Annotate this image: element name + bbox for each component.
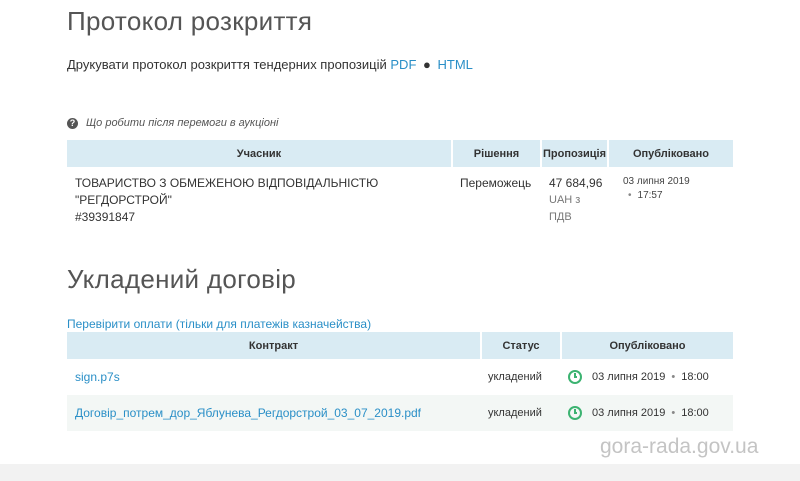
table-header: Учасник Рішення Пропозиція Опубліковано (67, 140, 733, 167)
col-contract: Контракт (67, 332, 482, 359)
offer-currency-line2: ПДВ (549, 211, 572, 223)
contract-status: укладений (488, 407, 542, 419)
html-link[interactable]: HTML (438, 57, 473, 72)
contract-status: укладений (488, 371, 542, 383)
watermark: gora-rada.gov.ua (600, 435, 759, 458)
contract-title: Укладений договір (67, 264, 297, 294)
published-cell: 03 липня 2019 • 17:57 (608, 167, 733, 240)
check-payments-link[interactable]: Перевірити оплати (тільки для платежів к… (67, 317, 371, 331)
separator-dot: ● (423, 57, 431, 72)
table-row: ТОВАРИСТВО З ОБМЕЖЕНОЮ ВІДПОВІДАЛЬНІСТЮ … (67, 167, 733, 240)
col-decision: Рішення (452, 140, 542, 167)
decision-cell: Переможець (452, 167, 541, 240)
participant-name-line1: ТОВАРИСТВО З ОБМЕЖЕНОЮ ВІДПОВІДАЛЬНІСТЮ (75, 176, 379, 190)
table-header: Контракт Статус Опубліковано (67, 332, 733, 359)
col-participant: Учасник (67, 140, 453, 167)
participant-id: #39391847 (75, 210, 136, 224)
table-row: sign.p7s укладений 03 липня 2019 • 18:00 (67, 359, 733, 395)
help-after-win[interactable]: ? Що робити після перемоги в аукціоні (67, 117, 278, 129)
table-row: Договір_потрем_дор_Яблунева_Регдорстрой_… (67, 395, 733, 431)
published-date: 03 липня 2019 (623, 176, 690, 187)
contract-time: 18:00 (681, 371, 709, 383)
contract-file-link[interactable]: Договір_потрем_дор_Яблунева_Регдорстрой_… (67, 405, 481, 422)
offer-cell: 47 684,96 UAH з ПДВ (541, 167, 608, 240)
col-published: Опубліковано (608, 140, 733, 167)
contract-time: 18:00 (681, 407, 709, 419)
col-offer: Пропозиція (541, 140, 609, 167)
published-time: 17:57 (637, 190, 663, 201)
disclosure-title: Протокол розкриття (67, 6, 313, 36)
print-protocol-text: Друкувати протокол розкриття тендерних п… (67, 57, 387, 72)
offer-currency-line1: UAH з (549, 194, 581, 206)
contract-date: 03 липня 2019 (592, 407, 666, 419)
clock-icon (568, 406, 582, 420)
question-circle-icon: ? (67, 117, 78, 129)
pdf-link[interactable]: PDF (390, 57, 416, 72)
footer-bar (0, 464, 800, 481)
col-published: Опубліковано (561, 332, 733, 359)
clock-icon (568, 370, 582, 384)
contract-file-link[interactable]: sign.p7s (67, 369, 481, 386)
help-text: Що робити після перемоги в аукціоні (86, 117, 279, 129)
contract-date: 03 липня 2019 (592, 371, 666, 383)
offer-amount: 47 684,96 (549, 176, 603, 190)
print-protocol-line: Друкувати протокол розкриття тендерних п… (67, 57, 473, 72)
col-status: Статус (481, 332, 562, 359)
contract-table: Контракт Статус Опубліковано sign.p7s ук… (67, 332, 733, 431)
decision-value: Переможець (460, 176, 532, 190)
disclosure-table: Учасник Рішення Пропозиція Опубліковано … (67, 140, 733, 240)
participant-cell: ТОВАРИСТВО З ОБМЕЖЕНОЮ ВІДПОВІДАЛЬНІСТЮ … (67, 167, 452, 240)
participant-name-line2: "РЕГДОРСТРОЙ" (75, 193, 172, 207)
